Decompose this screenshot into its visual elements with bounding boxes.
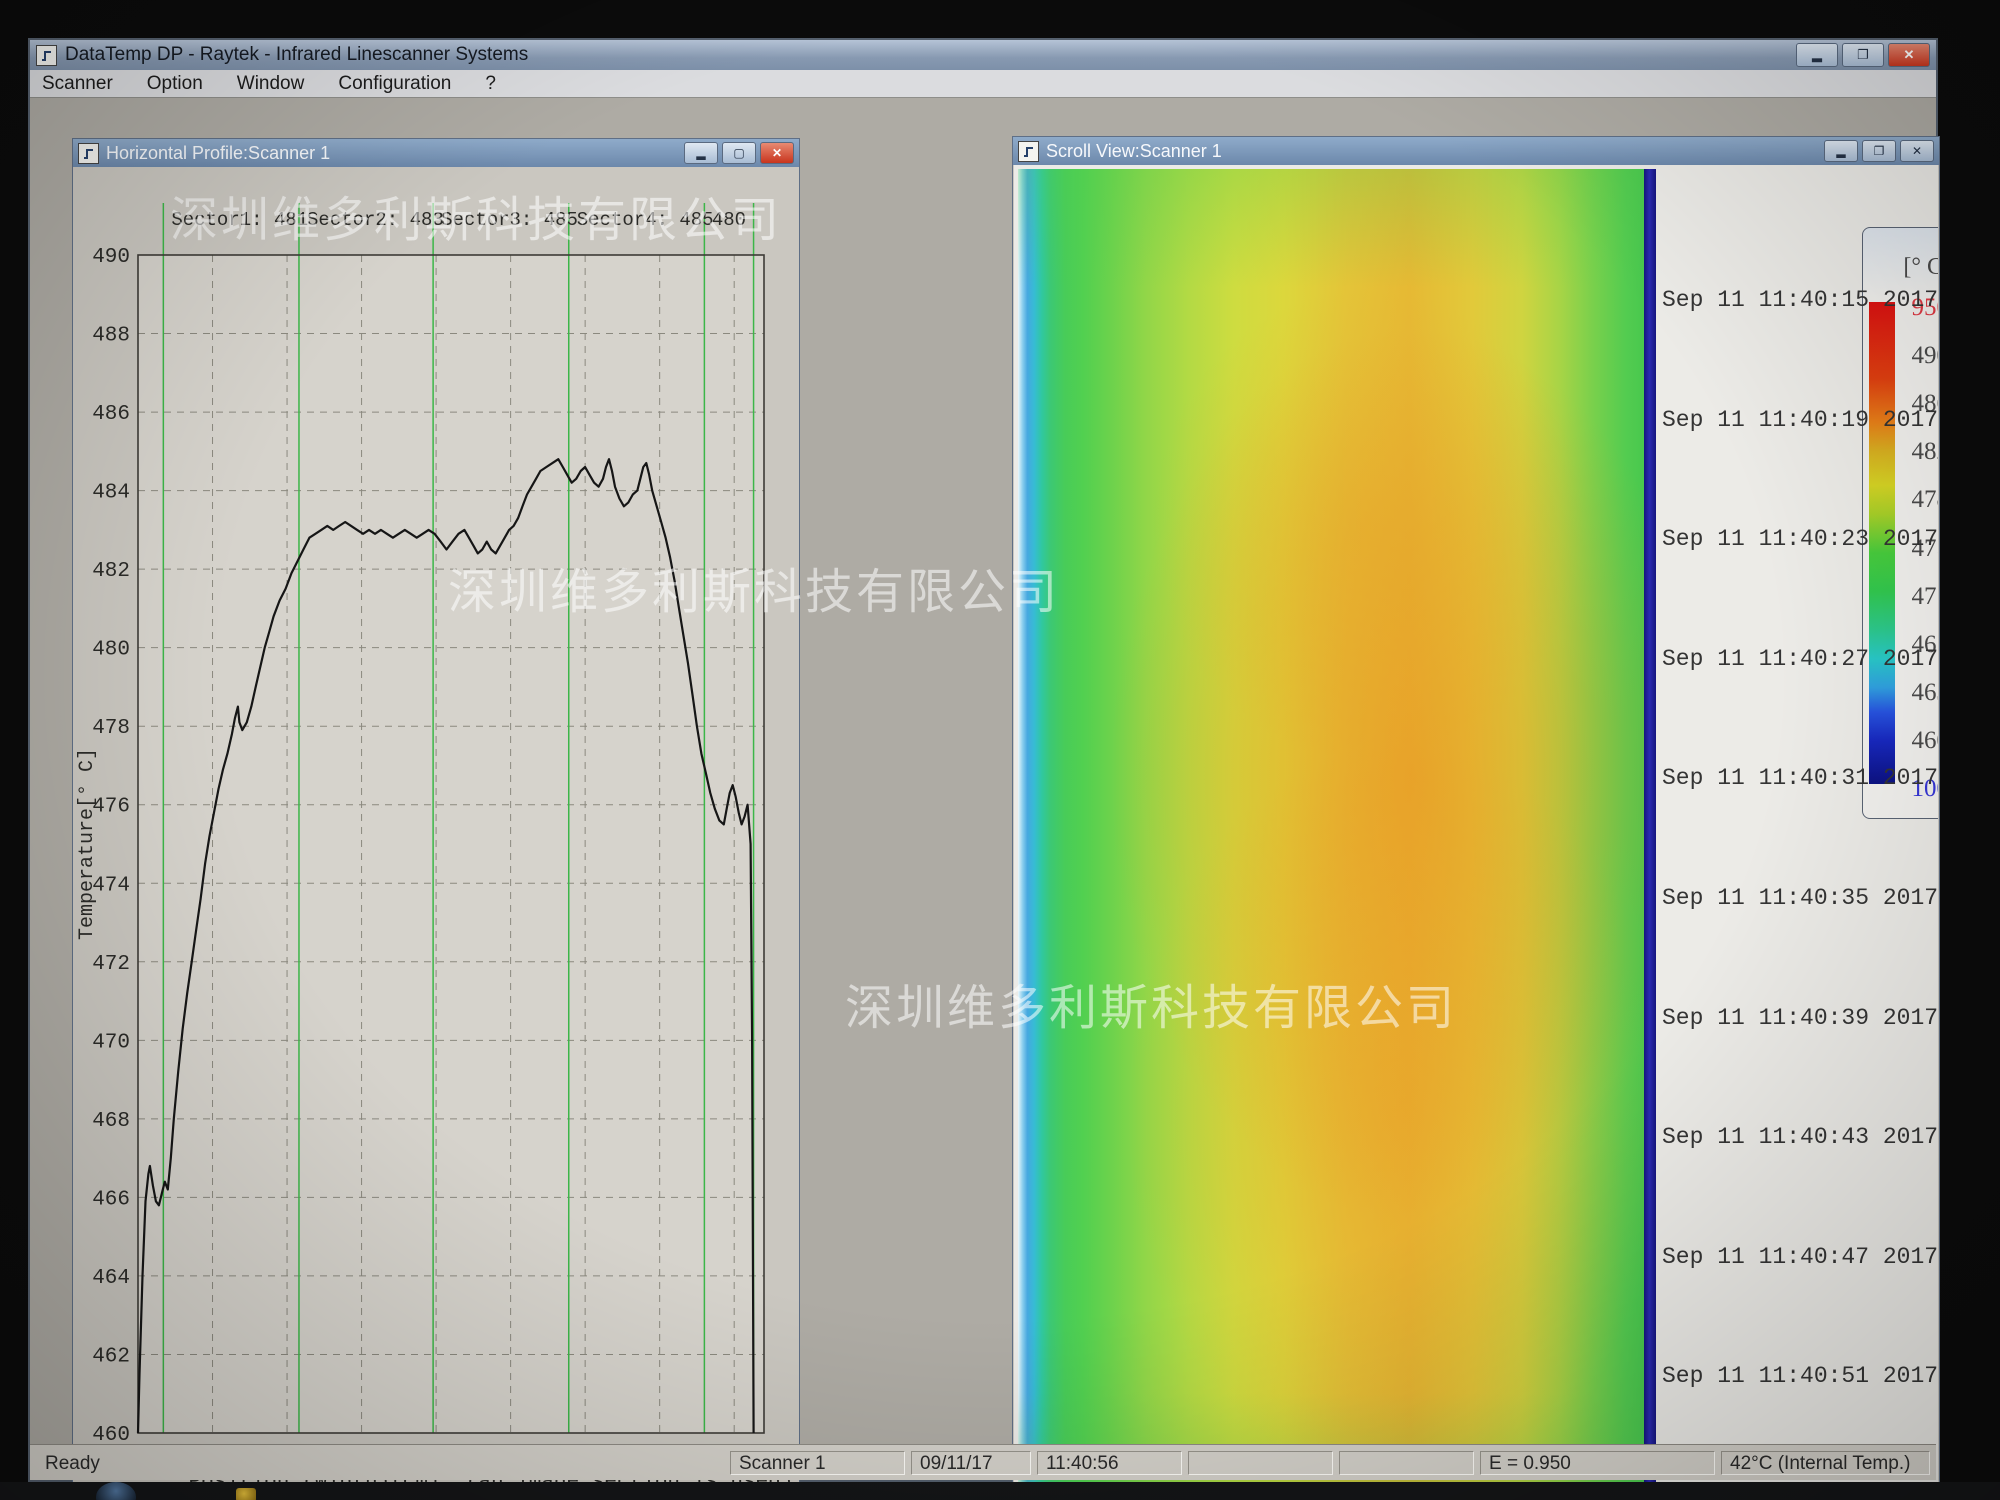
profile-window-icon: [78, 143, 99, 164]
scan-edge-strip: [1644, 169, 1656, 1485]
timestamp: Sep 11 11:40:31 2017: [1662, 765, 1938, 791]
timestamp: Sep 11 11:40:43 2017: [1662, 1124, 1938, 1150]
main-title-bar[interactable]: DataTemp DP - Raytek - Infrared Linescan…: [30, 40, 1936, 70]
scale-value-482: 482: [1879, 438, 1938, 466]
main-window-title: DataTemp DP - Raytek - Infrared Linescan…: [65, 44, 528, 66]
app-icon: [36, 45, 57, 66]
watermark-text: 深圳维多利斯科技有限公司: [170, 180, 782, 250]
main-window-buttons: ▂ ❐ ✕: [1796, 43, 1930, 67]
status-cell-0: Ready: [36, 1451, 724, 1475]
app-window: DataTemp DP - Raytek - Infrared Linescan…: [28, 38, 1938, 1482]
svg-text:480: 480: [92, 639, 130, 662]
scale-unit-label: [° C]: [1903, 254, 1938, 281]
watermark-text: 深圳维多利斯科技有限公司: [845, 968, 1457, 1038]
svg-text:490: 490: [92, 246, 130, 269]
status-cell-7: 42°C (Internal Temp.): [1721, 1451, 1930, 1475]
svg-text:466: 466: [92, 1188, 130, 1211]
status-cell-2: 09/11/17: [911, 1451, 1031, 1475]
start-button[interactable]: [96, 1482, 136, 1500]
scroll-view-window: Scroll View:Scanner 1 ▂ ❐ ✕ [° C] 950490…: [1012, 136, 1940, 1490]
svg-text:472: 472: [92, 953, 130, 976]
profile-window-buttons: ▂ ▢ ✕: [684, 142, 794, 164]
scale-value-478: 478: [1879, 486, 1938, 514]
timestamp: Sep 11 11:40:47 2017: [1662, 1244, 1938, 1270]
taskbar-app-icon[interactable]: [236, 1488, 256, 1500]
horizontal-profile-chart: Sector1: 481Sector2: 483Sector3: 485Sect…: [74, 167, 798, 1489]
scale-value-490: 490: [1879, 342, 1938, 370]
svg-text:464: 464: [92, 1267, 130, 1290]
thermal-scroll-image[interactable]: [1018, 169, 1644, 1485]
watermark-text: 深圳维多利斯科技有限公司: [448, 552, 1060, 622]
profile-title-bar[interactable]: Horizontal Profile:Scanner 1 ▂ ▢ ✕: [73, 139, 799, 167]
temperature-scale-panel: [° C] 950490486482478475471467463460100: [1862, 227, 1938, 819]
svg-text:484: 484: [92, 482, 130, 505]
status-cell-4: [1188, 1451, 1333, 1475]
scroll-close-button[interactable]: ✕: [1900, 140, 1934, 162]
scroll-minimize-button[interactable]: ▂: [1824, 140, 1858, 162]
horizontal-profile-window: Horizontal Profile:Scanner 1 ▂ ▢ ✕ Secto…: [72, 138, 800, 1490]
taskbar: [0, 1482, 2000, 1500]
svg-text:468: 468: [92, 1110, 130, 1133]
svg-text:482: 482: [92, 560, 130, 583]
monitor-photo: DataTemp DP - Raytek - Infrared Linescan…: [0, 0, 2000, 1500]
scale-value-460: 460: [1879, 727, 1938, 755]
scroll-window-buttons: ▂ ❐ ✕: [1824, 140, 1934, 162]
minimize-button[interactable]: ▂: [1796, 43, 1838, 67]
scale-value-471: 471: [1879, 583, 1938, 611]
restore-button[interactable]: ❐: [1842, 43, 1884, 67]
scroll-window-icon: [1018, 141, 1039, 162]
menu-item-scanner[interactable]: Scanner: [42, 73, 113, 95]
scale-value-463: 463: [1879, 679, 1938, 707]
svg-text:470: 470: [92, 1031, 130, 1054]
timestamp: Sep 11 11:40:23 2017: [1662, 526, 1938, 552]
profile-window-title: Horizontal Profile:Scanner 1: [106, 143, 330, 164]
status-cell-1: Scanner 1: [730, 1451, 905, 1475]
svg-text:462: 462: [92, 1345, 130, 1368]
menu-bar: Scanner Option Window Configuration?: [30, 70, 1936, 98]
timestamp: Sep 11 11:40:39 2017: [1662, 1005, 1938, 1031]
status-bar: ReadyScanner 109/11/1711:40:56 E = 0.9504…: [30, 1444, 1936, 1480]
menu-item-[interactable]: ?: [485, 73, 496, 95]
menu-item-option[interactable]: Option: [147, 73, 203, 95]
svg-text:478: 478: [92, 717, 130, 740]
scroll-restore-button[interactable]: ❐: [1862, 140, 1896, 162]
menu-item-window[interactable]: Window: [237, 73, 305, 95]
y-axis-title: Temperature[° C]: [76, 748, 99, 940]
timestamp: Sep 11 11:40:51 2017: [1662, 1363, 1938, 1389]
status-cell-3: 11:40:56: [1037, 1451, 1182, 1475]
scroll-window-title: Scroll View:Scanner 1: [1046, 141, 1222, 162]
timestamp: Sep 11 11:40:27 2017: [1662, 646, 1938, 672]
status-cell-5: [1339, 1451, 1474, 1475]
scroll-title-bar[interactable]: Scroll View:Scanner 1 ▂ ❐ ✕: [1013, 137, 1939, 165]
status-cell-6: E = 0.950: [1480, 1451, 1715, 1475]
profile-minimize-button[interactable]: ▂: [684, 142, 718, 164]
menu-item-configuration[interactable]: Configuration: [338, 73, 451, 95]
profile-close-button[interactable]: ✕: [760, 142, 794, 164]
timestamp: Sep 11 11:40:15 2017: [1662, 287, 1938, 313]
close-button[interactable]: ✕: [1888, 43, 1930, 67]
svg-text:488: 488: [92, 325, 130, 348]
timestamp: Sep 11 11:40:19 2017: [1662, 407, 1938, 433]
profile-maximize-button[interactable]: ▢: [722, 142, 756, 164]
profile-chart-area: Sector1: 481Sector2: 483Sector3: 485Sect…: [74, 167, 798, 1489]
svg-text:486: 486: [92, 403, 130, 426]
scroll-view-content: [° C] 950490486482478475471467463460100 …: [1014, 165, 1938, 1489]
timestamp: Sep 11 11:40:35 2017: [1662, 885, 1938, 911]
